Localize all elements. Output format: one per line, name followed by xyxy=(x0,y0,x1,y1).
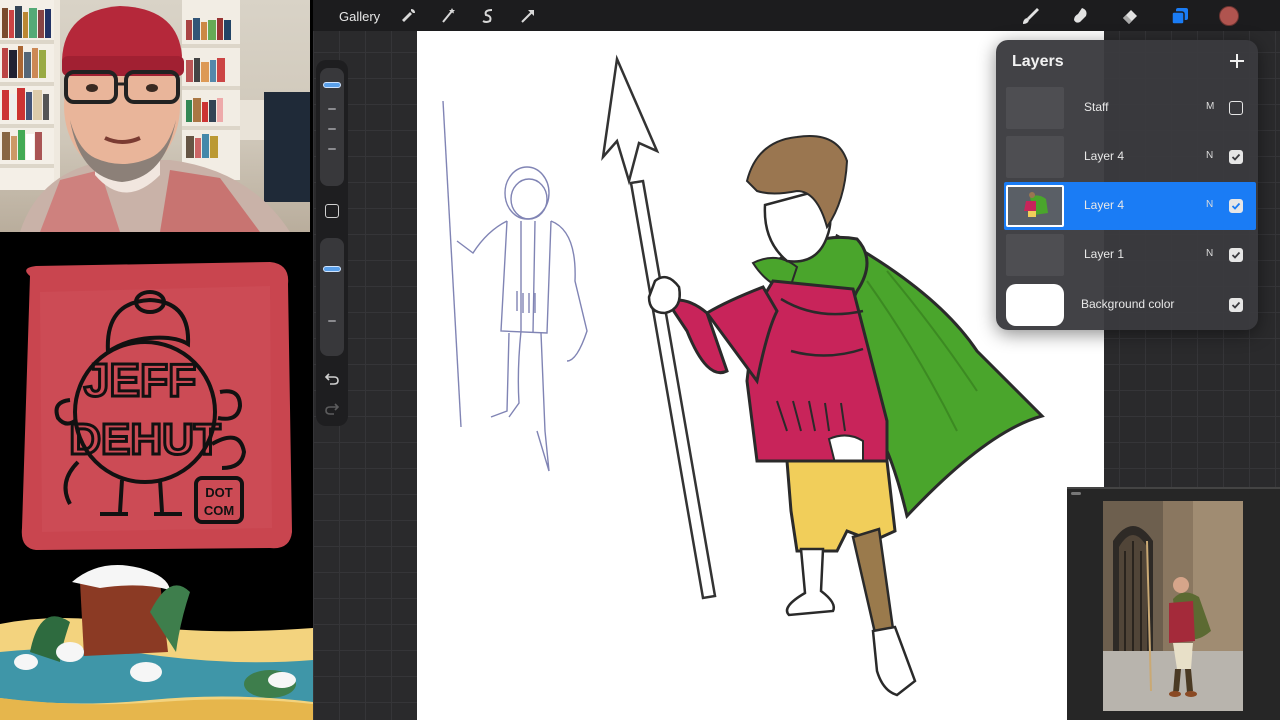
channel-logo-panel: JEFF DEHUT DOT COM xyxy=(0,232,313,720)
layer-thumbnail xyxy=(1006,234,1064,276)
layer-thumbnail xyxy=(1006,87,1064,129)
checkmark-icon xyxy=(1231,202,1241,210)
logo-badge-line2: COM xyxy=(204,503,234,518)
layer-row-layer-4-active[interactable]: Layer 4 N xyxy=(1004,182,1256,230)
webcam-scene xyxy=(0,0,310,232)
layer-name: Layer 1 xyxy=(1084,247,1125,261)
layer-blend-mode[interactable]: N xyxy=(1206,199,1213,210)
layer-row-staff[interactable]: Staff M xyxy=(1004,84,1256,132)
gallery-button[interactable]: Gallery xyxy=(339,5,380,27)
logo-badge-line1: DOT xyxy=(205,485,233,500)
eraser-icon[interactable] xyxy=(1120,5,1140,27)
layers-panel-title: Layers xyxy=(1012,53,1064,70)
logo-artwork: JEFF DEHUT DOT COM xyxy=(0,262,313,720)
checkmark-icon xyxy=(1231,251,1241,259)
slider-tick xyxy=(328,128,336,130)
layer-visibility-checkbox[interactable] xyxy=(1229,199,1243,213)
layer-thumbnail xyxy=(1006,185,1064,227)
layer-blend-mode[interactable]: N xyxy=(1206,248,1213,259)
layer-visibility-checkbox[interactable] xyxy=(1229,248,1243,262)
layer-visibility-checkbox[interactable] xyxy=(1229,150,1243,164)
reference-photo-image xyxy=(1103,501,1243,711)
brush-icon[interactable] xyxy=(1021,5,1041,27)
redo-icon[interactable] xyxy=(324,400,340,416)
add-layer-button[interactable] xyxy=(1226,50,1248,72)
layer-blend-mode[interactable]: M xyxy=(1206,101,1214,112)
plus-icon xyxy=(1230,54,1244,68)
opacity-slider[interactable] xyxy=(320,238,344,356)
logo-line2: DEHUT xyxy=(69,415,221,464)
layer-name: Staff xyxy=(1084,100,1109,114)
layer-name: Layer 4 xyxy=(1084,198,1125,212)
reference-photo xyxy=(1103,501,1243,711)
wrench-icon[interactable] xyxy=(398,5,418,27)
top-toolbar: Gallery xyxy=(313,0,1280,31)
layer-row-background-color[interactable]: Background color xyxy=(1004,281,1256,329)
modify-button[interactable] xyxy=(325,204,339,218)
reference-window-handle[interactable] xyxy=(1071,492,1081,495)
transform-arrow-icon[interactable] xyxy=(518,5,538,27)
brush-size-thumb[interactable] xyxy=(323,82,341,88)
layer-name: Layer 4 xyxy=(1084,149,1125,163)
brush-size-slider[interactable] xyxy=(320,68,344,186)
layer-visibility-checkbox[interactable] xyxy=(1229,298,1243,312)
reference-window[interactable] xyxy=(1067,487,1280,720)
logo-line1: JEFF xyxy=(84,354,196,406)
layers-panel: Layers Staff M Layer 4 N Layer 4 N Layer… xyxy=(996,40,1258,330)
smudge-icon[interactable] xyxy=(1070,5,1090,27)
layer-blend-mode[interactable]: N xyxy=(1206,150,1213,161)
layers-icon[interactable] xyxy=(1170,5,1190,27)
sidebar xyxy=(316,60,348,426)
layer-visibility-checkbox[interactable] xyxy=(1229,101,1243,115)
layer-thumbnail xyxy=(1006,136,1064,178)
magic-wand-icon[interactable] xyxy=(438,5,458,27)
slider-tick xyxy=(328,148,336,150)
color-swatch[interactable] xyxy=(1219,6,1239,26)
background-color-swatch[interactable] xyxy=(1006,284,1064,326)
layer-row-layer-1[interactable]: Layer 1 N xyxy=(1004,231,1256,279)
layer-row-layer-4-upper[interactable]: Layer 4 N xyxy=(1004,133,1256,181)
webcam-video xyxy=(0,0,310,232)
checkmark-icon xyxy=(1231,153,1241,161)
slider-tick xyxy=(328,108,336,110)
selection-icon[interactable] xyxy=(478,5,498,27)
layer-thumbnail-figure xyxy=(1024,192,1048,217)
undo-icon[interactable] xyxy=(324,370,340,386)
layer-name: Background color xyxy=(1081,297,1175,311)
checkmark-icon xyxy=(1231,301,1241,309)
slider-tick xyxy=(328,320,336,322)
opacity-thumb[interactable] xyxy=(323,266,341,272)
